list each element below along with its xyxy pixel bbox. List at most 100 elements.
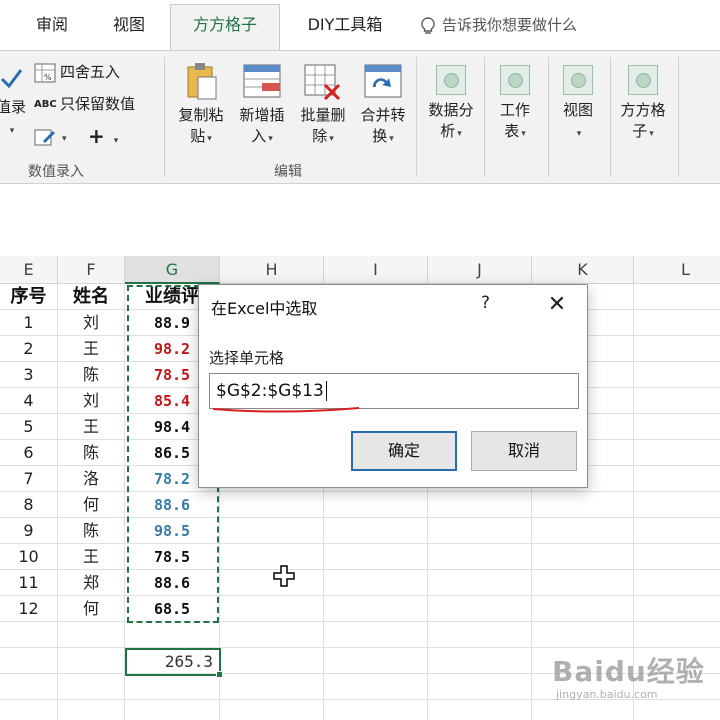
score-cell[interactable]: 68.5 bbox=[125, 596, 220, 622]
empty-cell[interactable] bbox=[324, 544, 428, 570]
score-cell[interactable]: 88.6 bbox=[125, 570, 220, 596]
empty-cell[interactable] bbox=[324, 570, 428, 596]
empty-cell[interactable] bbox=[428, 648, 532, 674]
name-cell[interactable]: 洛 bbox=[58, 466, 125, 492]
empty-cell[interactable] bbox=[220, 492, 324, 518]
empty-cell[interactable] bbox=[428, 544, 532, 570]
tab-view[interactable]: 视图 bbox=[96, 6, 162, 44]
empty-cell[interactable] bbox=[220, 648, 324, 674]
name-cell[interactable]: 刘 bbox=[58, 310, 125, 336]
empty-cell[interactable] bbox=[428, 596, 532, 622]
empty-cell[interactable] bbox=[428, 674, 532, 700]
seq-cell[interactable]: 4 bbox=[0, 388, 58, 414]
empty-cell[interactable] bbox=[324, 622, 428, 648]
empty-cell[interactable] bbox=[125, 700, 220, 720]
empty-cell[interactable] bbox=[220, 674, 324, 700]
column-header-g[interactable]: G bbox=[125, 256, 220, 284]
empty-cell[interactable] bbox=[0, 648, 58, 674]
empty-cell[interactable] bbox=[324, 596, 428, 622]
column-header-f[interactable]: F bbox=[58, 256, 125, 284]
empty-cell[interactable] bbox=[532, 700, 634, 720]
column-header-j[interactable]: J bbox=[428, 256, 532, 284]
name-cell[interactable]: 何 bbox=[58, 492, 125, 518]
worksheet-button[interactable]: 工作表 ▾ bbox=[486, 65, 544, 145]
score-cell[interactable]: 78.5 bbox=[125, 544, 220, 570]
empty-cell[interactable] bbox=[532, 596, 634, 622]
batch-delete-button[interactable]: 批量删除 ▾ bbox=[294, 61, 352, 150]
seq-cell[interactable]: 8 bbox=[0, 492, 58, 518]
edit-dropdown-button[interactable]: ▾ bbox=[34, 123, 67, 149]
seq-cell[interactable]: 7 bbox=[0, 466, 58, 492]
empty-cell[interactable] bbox=[125, 674, 220, 700]
partial-value-entry-button[interactable]: 值录 ▾ bbox=[0, 63, 28, 142]
empty-cell[interactable] bbox=[58, 674, 125, 700]
empty-cell[interactable] bbox=[428, 492, 532, 518]
score-cell[interactable]: 98.5 bbox=[125, 518, 220, 544]
tab-fangfanggezi[interactable]: 方方格子 bbox=[170, 4, 280, 50]
empty-cell[interactable] bbox=[324, 648, 428, 674]
empty-cell[interactable] bbox=[634, 700, 720, 720]
empty-cell[interactable] bbox=[532, 518, 634, 544]
empty-cell[interactable] bbox=[634, 310, 720, 336]
cancel-button[interactable]: 取消 bbox=[471, 431, 577, 471]
empty-cell[interactable] bbox=[324, 674, 428, 700]
column-header-i[interactable]: I bbox=[324, 256, 428, 284]
seq-cell[interactable]: 2 bbox=[0, 336, 58, 362]
empty-cell[interactable] bbox=[58, 622, 125, 648]
plus-dropdown-button[interactable]: + ▾ bbox=[88, 123, 118, 149]
empty-cell[interactable] bbox=[634, 570, 720, 596]
empty-cell[interactable] bbox=[428, 622, 532, 648]
keep-value-button[interactable]: ABC 只保留数值 bbox=[34, 91, 135, 117]
empty-cell[interactable] bbox=[634, 466, 720, 492]
seq-cell[interactable]: 10 bbox=[0, 544, 58, 570]
name-cell[interactable]: 王 bbox=[58, 544, 125, 570]
seq-cell[interactable]: 6 bbox=[0, 440, 58, 466]
ok-button[interactable]: 确定 bbox=[351, 431, 457, 471]
empty-cell[interactable] bbox=[634, 440, 720, 466]
empty-cell[interactable] bbox=[634, 388, 720, 414]
empty-cell[interactable] bbox=[220, 596, 324, 622]
column-header-h[interactable]: H bbox=[220, 256, 324, 284]
view-button[interactable]: 视图 ▾ bbox=[550, 65, 606, 145]
seq-cell[interactable]: 1 bbox=[0, 310, 58, 336]
empty-cell[interactable] bbox=[125, 622, 220, 648]
score-cell[interactable]: 88.6 bbox=[125, 492, 220, 518]
merge-convert-button[interactable]: 合并转换 ▾ bbox=[354, 61, 412, 150]
seq-cell[interactable]: 3 bbox=[0, 362, 58, 388]
empty-cell[interactable] bbox=[532, 622, 634, 648]
name-cell[interactable]: 王 bbox=[58, 414, 125, 440]
empty-cell[interactable] bbox=[0, 700, 58, 720]
tell-me-box[interactable]: 告诉我你想要做什么 bbox=[420, 6, 577, 44]
name-cell[interactable]: 陈 bbox=[58, 518, 125, 544]
tab-diy-toolbox[interactable]: DIY工具箱 bbox=[290, 6, 400, 44]
empty-cell[interactable] bbox=[58, 700, 125, 720]
empty-cell[interactable] bbox=[634, 492, 720, 518]
empty-cell[interactable] bbox=[0, 622, 58, 648]
help-button[interactable]: ? bbox=[481, 293, 490, 313]
name-cell[interactable]: 何 bbox=[58, 596, 125, 622]
empty-cell[interactable] bbox=[220, 622, 324, 648]
empty-cell[interactable] bbox=[532, 570, 634, 596]
empty-cell[interactable] bbox=[428, 570, 532, 596]
seq-cell[interactable]: 12 bbox=[0, 596, 58, 622]
name-cell[interactable]: 陈 bbox=[58, 440, 125, 466]
name-cell[interactable]: 陈 bbox=[58, 362, 125, 388]
name-cell[interactable]: 郑 bbox=[58, 570, 125, 596]
select-range-dialog[interactable]: 在Excel中选取 ? ✕ 选择单元格 $G$2:$G$13 确定 取消 bbox=[198, 284, 588, 488]
column-header-k[interactable]: K bbox=[532, 256, 634, 284]
round-button[interactable]: % 四舍五入 bbox=[34, 59, 120, 85]
empty-cell[interactable] bbox=[634, 544, 720, 570]
seq-cell[interactable]: 5 bbox=[0, 414, 58, 440]
empty-cell[interactable] bbox=[324, 518, 428, 544]
sum-cell[interactable]: 265.3 bbox=[125, 648, 223, 678]
empty-cell[interactable] bbox=[0, 674, 58, 700]
empty-cell[interactable] bbox=[428, 518, 532, 544]
fangfanggezi-button[interactable]: 方方格子 ▾ bbox=[612, 65, 674, 145]
header-cell-name[interactable]: 姓名 bbox=[58, 284, 125, 310]
close-icon[interactable]: ✕ bbox=[543, 291, 571, 319]
empty-cell[interactable] bbox=[634, 518, 720, 544]
fill-handle[interactable] bbox=[216, 671, 223, 678]
data-analysis-button[interactable]: 数据分析 ▾ bbox=[420, 65, 482, 145]
copy-paste-button[interactable]: 复制粘贴 ▾ bbox=[172, 61, 230, 150]
empty-cell[interactable] bbox=[634, 414, 720, 440]
